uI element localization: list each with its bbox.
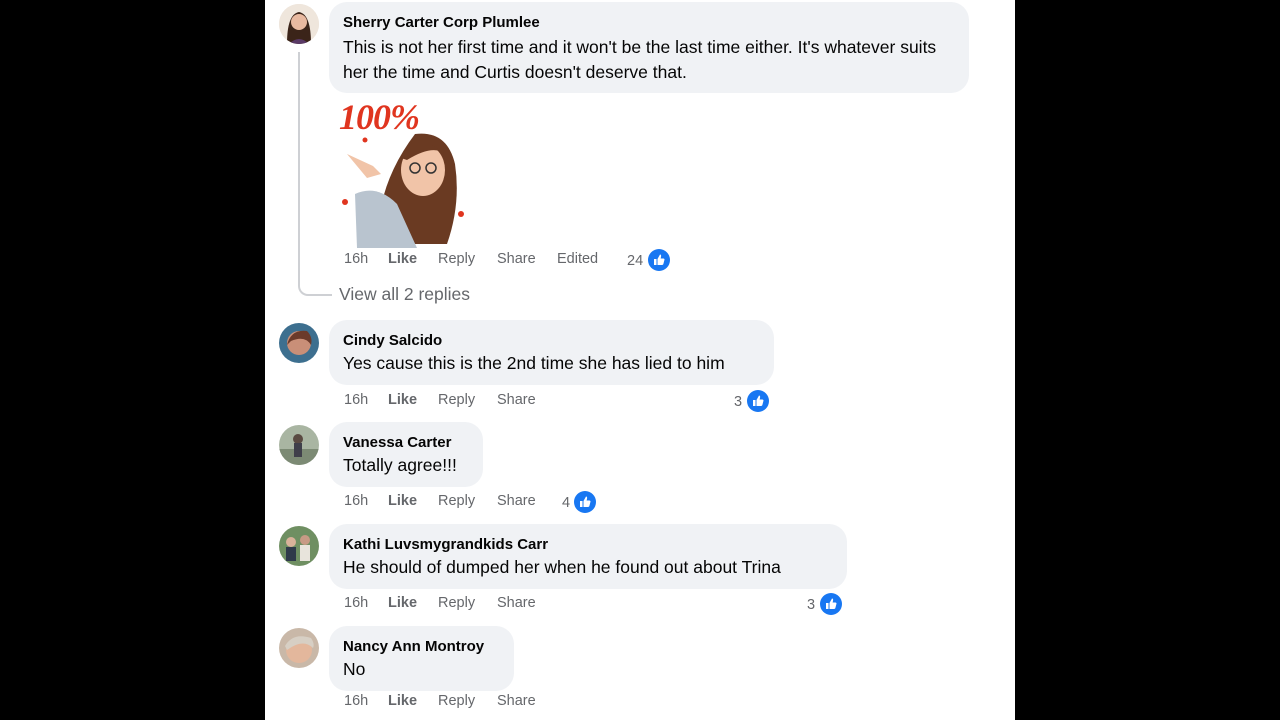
avatar[interactable] bbox=[279, 425, 319, 465]
comment-time[interactable]: 16h bbox=[344, 251, 368, 267]
like-count[interactable]: 24 bbox=[627, 253, 643, 269]
comment-text: No bbox=[343, 659, 366, 679]
like-count[interactable]: 3 bbox=[807, 597, 815, 613]
share-button[interactable]: Share bbox=[497, 693, 536, 709]
like-button[interactable]: Like bbox=[388, 392, 417, 408]
comment-bubble: Vanessa Carter Totally agree!!! bbox=[329, 422, 483, 487]
comment-text: Yes cause this is the 2nd time she has l… bbox=[343, 353, 725, 373]
comment-time[interactable]: 16h bbox=[344, 493, 368, 509]
share-button[interactable]: Share bbox=[497, 493, 536, 509]
thumbs-up-icon[interactable] bbox=[648, 249, 670, 271]
reply-button[interactable]: Reply bbox=[438, 251, 475, 267]
comment-bubble: Kathi Luvsmygrandkids Carr He should of … bbox=[329, 524, 847, 589]
comment-text: This is not her first time and it won't … bbox=[343, 37, 937, 82]
like-count[interactable]: 3 bbox=[734, 394, 742, 410]
like-button[interactable]: Like bbox=[388, 251, 417, 267]
comment-time[interactable]: 16h bbox=[344, 693, 368, 709]
comment-bubble: Nancy Ann Montroy No bbox=[329, 626, 514, 691]
author-name[interactable]: Nancy Ann Montroy bbox=[343, 638, 484, 655]
like-count[interactable]: 4 bbox=[562, 495, 570, 511]
thread-line bbox=[298, 52, 300, 277]
view-replies-link[interactable]: View all 2 replies bbox=[339, 284, 470, 305]
like-button[interactable]: Like bbox=[388, 493, 417, 509]
edited-label[interactable]: Edited bbox=[557, 251, 598, 267]
comment-time[interactable]: 16h bbox=[344, 392, 368, 408]
author-name[interactable]: Cindy Salcido bbox=[343, 332, 442, 349]
comment-text: He should of dumped her when he found ou… bbox=[343, 557, 781, 577]
thumbs-up-icon[interactable] bbox=[574, 491, 596, 513]
reply-button[interactable]: Reply bbox=[438, 693, 475, 709]
share-button[interactable]: Share bbox=[497, 392, 536, 408]
thread-connector bbox=[298, 276, 332, 296]
author-name[interactable]: Vanessa Carter bbox=[343, 434, 451, 451]
comment-bubble: Sherry Carter Corp Plumlee This is not h… bbox=[329, 2, 969, 93]
comment-time[interactable]: 16h bbox=[344, 595, 368, 611]
share-button[interactable]: Share bbox=[497, 251, 536, 267]
like-button[interactable]: Like bbox=[388, 595, 417, 611]
reply-button[interactable]: Reply bbox=[438, 493, 475, 509]
thumbs-up-icon[interactable] bbox=[820, 593, 842, 615]
sticker-label: 100% bbox=[339, 97, 420, 137]
avatar[interactable] bbox=[279, 628, 319, 668]
avatar[interactable] bbox=[279, 4, 319, 44]
author-name[interactable]: Sherry Carter Corp Plumlee bbox=[343, 14, 540, 31]
comment-text: Totally agree!!! bbox=[343, 455, 457, 475]
author-name[interactable]: Kathi Luvsmygrandkids Carr bbox=[343, 536, 548, 553]
sticker: 100% bbox=[337, 94, 477, 248]
comment-bubble: Cindy Salcido Yes cause this is the 2nd … bbox=[329, 320, 774, 385]
avatar[interactable] bbox=[279, 526, 319, 566]
reply-button[interactable]: Reply bbox=[438, 595, 475, 611]
reply-button[interactable]: Reply bbox=[438, 392, 475, 408]
thumbs-up-icon[interactable] bbox=[747, 390, 769, 412]
comments-panel: Sherry Carter Corp Plumlee This is not h… bbox=[265, 0, 1015, 720]
avatar[interactable] bbox=[279, 323, 319, 363]
share-button[interactable]: Share bbox=[497, 595, 536, 611]
like-button[interactable]: Like bbox=[388, 693, 417, 709]
